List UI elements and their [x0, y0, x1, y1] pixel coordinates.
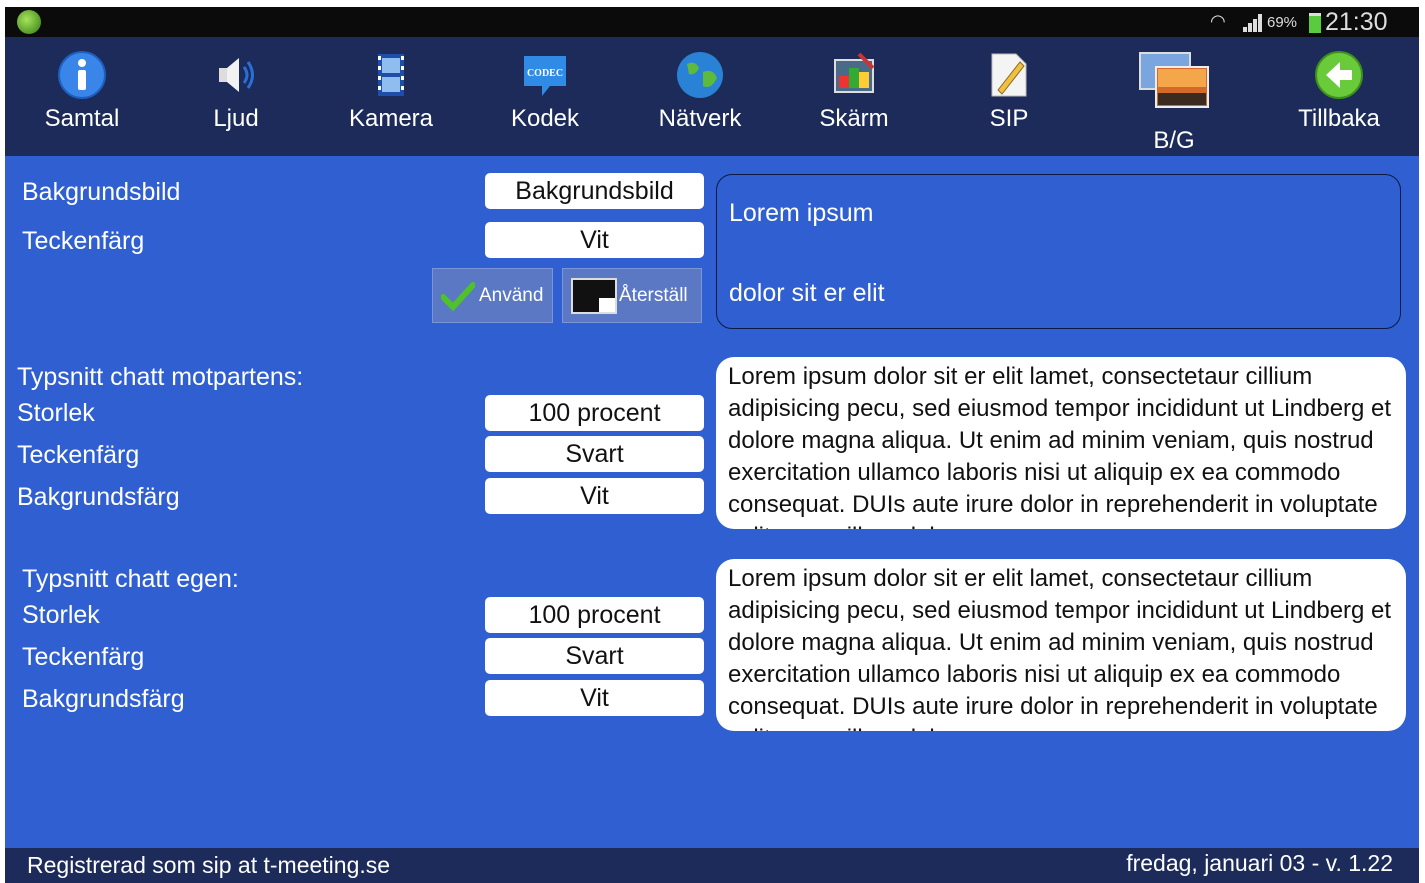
chat-own-preview: Lorem ipsum dolor sit er elit lamet, con…	[716, 559, 1406, 731]
tab-label: Skärm	[819, 105, 889, 132]
chat-own-fg-selector[interactable]: Svart	[485, 638, 704, 674]
background-image-selector[interactable]: Bakgrundsbild	[485, 173, 704, 209]
preview-line-2: dolor sit er elit	[729, 279, 885, 307]
chat-own-size-selector[interactable]: 100 procent	[485, 597, 704, 633]
tab-ljud[interactable]: Ljud	[161, 37, 311, 156]
app-window: ◠ 69% 21:30 Samtal Ljud Kamera CODEC Kod…	[5, 7, 1419, 883]
tab-label: Ljud	[213, 105, 259, 132]
background-text-color-label: Teckenfärg	[22, 227, 145, 255]
tab-kodek[interactable]: CODEC Kodek	[470, 37, 620, 156]
tab-skarm[interactable]: Skärm	[779, 37, 929, 156]
screen-reset-icon	[571, 278, 617, 314]
paint-icon	[834, 52, 875, 93]
chat-other-sample-text: Lorem ipsum dolor sit er elit lamet, con…	[728, 363, 1392, 529]
chat-other-bg-selector[interactable]: Vit	[485, 478, 704, 514]
tab-label: Kamera	[348, 105, 434, 132]
chat-own-bg-selector[interactable]: Vit	[485, 680, 704, 716]
chat-other-fg-label: Teckenfärg	[17, 441, 140, 469]
battery-percent: 69%	[1267, 14, 1298, 31]
reset-button[interactable]: Återställ	[562, 268, 702, 323]
tab-bg[interactable]: B/G	[1099, 37, 1249, 156]
background-preview: Lorem ipsum dolor sit er elit	[716, 174, 1401, 329]
battery-icon	[1309, 13, 1321, 33]
speaker-icon	[219, 58, 254, 92]
chat-other-preview: Lorem ipsum dolor sit er elit lamet, con…	[716, 357, 1406, 529]
settings-toolbar: Samtal Ljud Kamera CODEC Kodek Nätverk S…	[5, 37, 1419, 156]
preview-line-1: Lorem ipsum	[729, 199, 874, 227]
info-icon	[58, 51, 106, 99]
background-image-icon	[1139, 52, 1209, 108]
wifi-icon: ◠	[1210, 11, 1226, 31]
tab-kamera[interactable]: Kamera	[316, 37, 466, 156]
footer-bar: Registrerad som sip at t-meeting.se fred…	[5, 848, 1419, 883]
chat-other-heading: Typsnitt chatt motpartens:	[17, 363, 304, 391]
back-arrow-icon	[1315, 51, 1363, 99]
background-image-label: Bakgrundsbild	[22, 178, 181, 206]
signal-icon	[1243, 14, 1265, 32]
chat-own-bg-label: Bakgrundsfärg	[22, 685, 185, 713]
apply-button[interactable]: Använd	[432, 268, 553, 323]
tab-sip[interactable]: SIP	[934, 37, 1084, 156]
film-icon	[378, 54, 404, 96]
tab-label: Tillbaka	[1298, 105, 1380, 132]
chat-own-size-label: Storlek	[22, 601, 100, 629]
svg-text:CODEC: CODEC	[527, 68, 563, 79]
tab-label: Samtal	[44, 105, 120, 132]
tab-natverk[interactable]: Nätverk	[625, 37, 775, 156]
tab-label: Nätverk	[658, 105, 742, 132]
chat-other-size-selector[interactable]: 100 procent	[485, 395, 704, 431]
chat-own-heading: Typsnitt chatt egen:	[22, 565, 239, 593]
chat-own-fg-label: Teckenfärg	[22, 643, 145, 671]
chat-other-bg-label: Bakgrundsfärg	[17, 483, 180, 511]
tab-tillbaka[interactable]: Tillbaka	[1264, 37, 1414, 156]
tab-samtal[interactable]: Samtal	[7, 37, 157, 156]
background-text-color-selector[interactable]: Vit	[485, 222, 704, 258]
document-pencil-icon	[991, 53, 1027, 97]
clock: 21:30	[1325, 8, 1388, 36]
tab-label: Kodek	[510, 105, 580, 132]
date-version: fredag, januari 03 - v. 1.22	[1126, 850, 1393, 876]
codec-icon: CODEC	[524, 56, 566, 96]
tab-label: SIP	[989, 105, 1029, 132]
checkmark-icon	[441, 282, 475, 311]
chat-other-fg-selector[interactable]: Svart	[485, 436, 704, 472]
app-logo-icon	[17, 10, 41, 34]
chat-other-size-label: Storlek	[17, 399, 95, 427]
chat-own-sample-text: Lorem ipsum dolor sit er elit lamet, con…	[728, 565, 1392, 731]
registration-status: Registrerad som sip at t-meeting.se	[27, 852, 391, 878]
globe-icon	[677, 52, 723, 98]
status-bar: ◠ 69% 21:30	[5, 7, 1419, 37]
tab-label: B/G	[1153, 127, 1195, 154]
